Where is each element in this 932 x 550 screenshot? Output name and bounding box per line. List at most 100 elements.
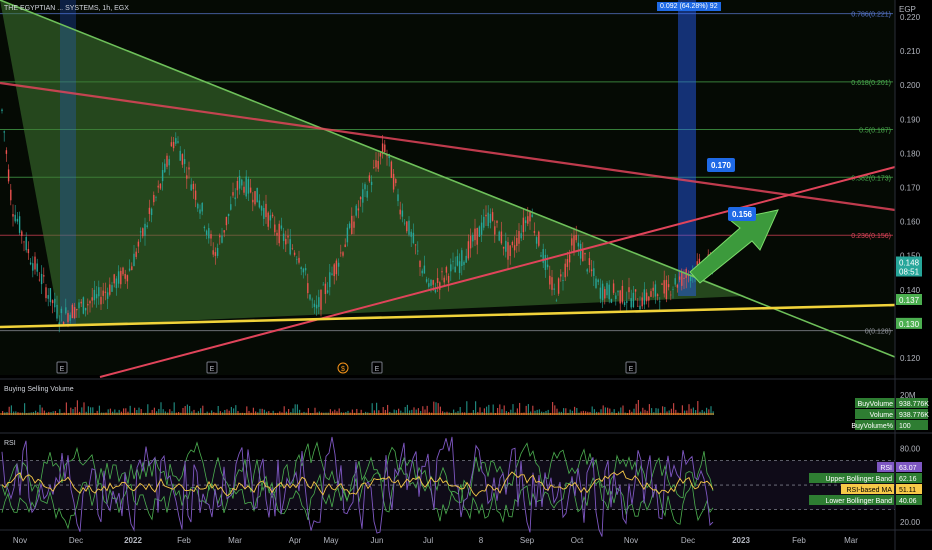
volume-bar [147,404,149,415]
candle-body [212,250,214,255]
candle-body [95,294,98,299]
candle-body [313,303,316,307]
volume-bar [435,402,437,415]
candle-body [263,208,265,219]
candle-body [641,297,643,307]
rsi-label-value: 40.06 [899,498,917,505]
volume-bar [446,411,448,415]
volume-bar [466,401,468,415]
candle-body [87,304,89,306]
price-tick: 0.160 [900,218,921,227]
candle-body [590,269,593,272]
candle-body [348,223,351,228]
candle-body [307,283,309,294]
candle-body [615,295,617,300]
chart-svg[interactable]: 0.786(0.221)0.618(0.201)0.5(0.187)0.382(… [0,0,932,550]
candle-body [181,154,184,165]
candle-body [355,205,357,216]
volume-label-value: 938.776K [899,401,929,408]
candle-body [412,232,415,244]
time-tick: Nov [624,536,638,545]
rsi-pane-title: RSI [4,440,16,447]
candle-body [278,223,280,244]
candle-body [344,244,346,248]
candle-body [661,283,663,285]
candle-body [467,241,470,259]
candle-body [14,214,16,222]
candle-body [531,214,533,217]
candle-body [652,287,654,291]
candle-body [357,208,360,211]
candle-body [571,238,573,246]
candle-body [285,238,287,245]
volume-bar [488,404,490,415]
volume-bar [296,404,298,415]
candle-body [461,250,463,267]
candle-body [480,222,483,235]
candle-body [201,202,203,212]
time-tick: Dec [69,536,83,545]
candle-body [3,131,5,133]
volume-bar [294,404,296,415]
candle-body [190,184,192,191]
candle-body [293,252,296,255]
candle-body [133,253,135,267]
candle-body [142,228,144,237]
candle-body [632,292,635,308]
volume-bar [492,404,494,415]
candle-body [408,220,410,235]
candle-body [544,254,547,270]
candle-body [351,215,353,235]
fib-label: 0(0.128) [865,329,891,336]
candle-body [674,278,676,285]
candle-body [157,185,159,188]
earnings-marker: E [375,366,380,373]
fib-label: 0.786(0.221) [851,12,891,19]
volume-bar [637,399,639,415]
candle-body [417,250,419,252]
candle-body [67,313,69,323]
candle-body [665,279,668,299]
candle-body [150,208,153,215]
candle-body [320,289,322,310]
candle-body [557,278,560,294]
price-tick: 0.220 [900,13,921,22]
candle-body [454,266,456,273]
candle-body [568,254,571,263]
candle-body [342,252,344,256]
candle-body [538,231,540,246]
candle-body [335,260,338,275]
candle-body [135,251,137,257]
candle-body [447,275,450,283]
candle-body [249,187,252,193]
candle-body [370,181,373,186]
candle-body [177,141,179,143]
volume-bar [389,411,391,415]
candle-body [359,197,362,200]
candle-body [271,214,274,217]
candle-body [117,271,120,284]
candle-body [513,245,516,251]
chart-root: 0.786(0.221) 0.618(0.201) 0.5(0.187) 0.382(… [0,0,932,550]
volume-label-name: BuyVolume% [851,423,893,430]
candle-body [377,160,379,169]
candle-body [553,288,555,290]
candle-body [522,217,525,233]
candle-body [346,227,349,243]
dividend-marker: $ [341,366,345,373]
fib-label: 0.618(0.201) [851,80,891,87]
candle-body [667,284,670,288]
candle-body [267,212,269,227]
candle-body [485,214,487,217]
candle-body [623,302,626,306]
candle-body [192,183,195,190]
candle-body [443,277,445,283]
volume-bar [39,404,41,415]
candle-body [100,296,102,305]
candle-body [199,209,201,214]
candle-body [73,307,76,319]
candle-body [533,231,536,233]
volume-bar [285,411,287,415]
candle-body [291,248,294,249]
candle-body [302,268,305,273]
